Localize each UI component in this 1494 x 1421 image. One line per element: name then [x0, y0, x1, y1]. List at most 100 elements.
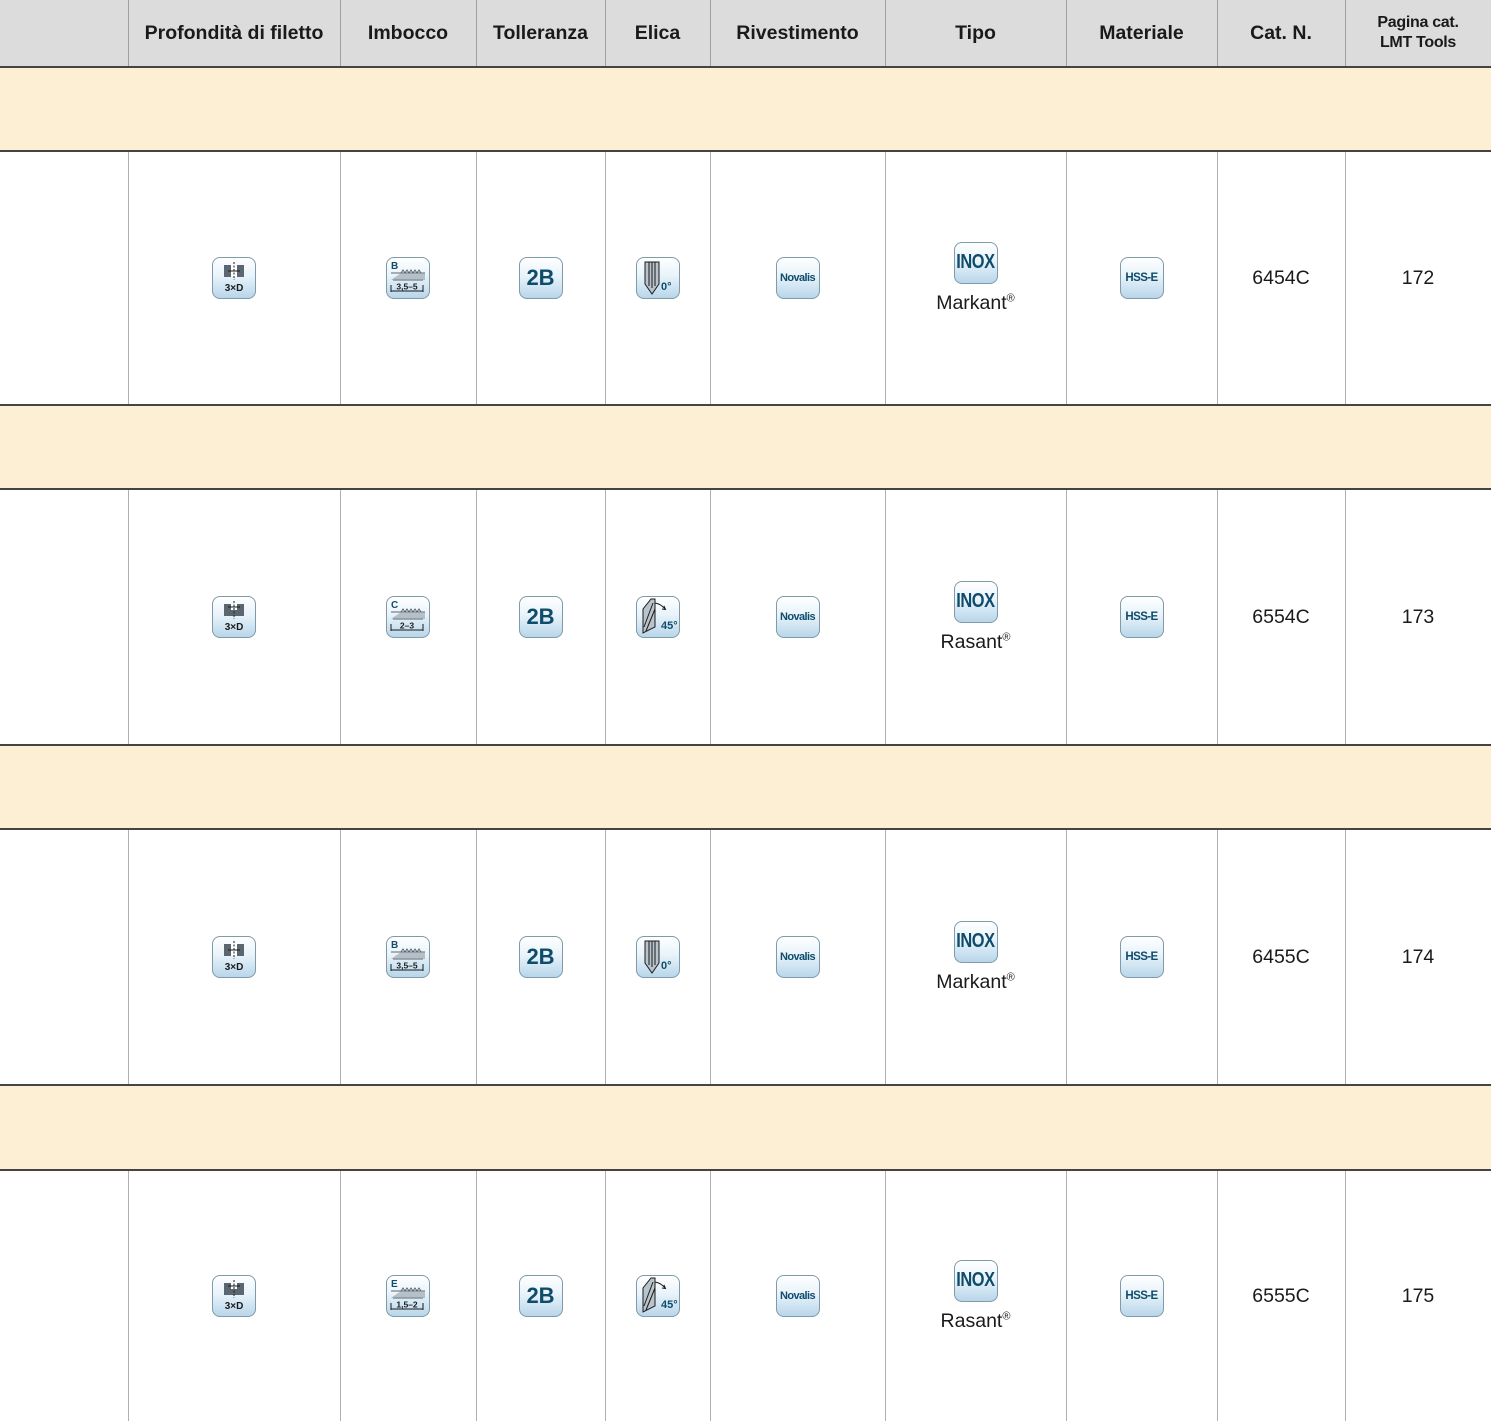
blind-hole-depth-icon: 3×D	[212, 257, 256, 299]
cell-coating: Novalis	[710, 152, 885, 404]
helix-angle: 45°	[661, 620, 678, 632]
tolerance-badge: 2B	[518, 1275, 563, 1317]
type-badge-text: INOX	[956, 1269, 995, 1291]
section-band	[0, 746, 1491, 830]
coating-badge: Novalis	[775, 596, 820, 638]
coating-value: Novalis	[780, 611, 816, 623]
depth-label: 3×D	[225, 1301, 244, 1312]
tolerance-badge: 2B	[518, 936, 563, 978]
header-pagina-line2: LMT Tools	[1379, 34, 1457, 51]
through-hole-depth-icon: 3×D	[212, 596, 256, 638]
type-badge-text: INOX	[956, 590, 995, 612]
header-rivestimento: Rivestimento	[736, 21, 859, 44]
cell-helix: 45°	[605, 1171, 710, 1421]
cell-tolerance: 2B	[476, 152, 605, 404]
cell-helix: 45°	[605, 490, 710, 744]
tolerance-value: 2B	[526, 944, 555, 969]
cell-chamfer: E 1,5–2	[340, 1171, 476, 1421]
cell-material: HSS-E	[1066, 490, 1217, 744]
cat-no: 6554C	[1252, 605, 1310, 628]
coating-badge: Novalis	[775, 1275, 820, 1317]
spiral-flute-icon: 45°	[635, 1275, 680, 1317]
table-row: 3×D C 2–3 2B 45° Novalis INOX Rasant® HS…	[0, 490, 1491, 746]
cell-cat-no: 6454C	[1217, 152, 1345, 404]
chamfer-range: 3,5–5	[396, 282, 418, 292]
cell-cat-no: 6554C	[1217, 490, 1345, 744]
cell-type: INOX Rasant®	[885, 490, 1066, 744]
cell-tolerance: 2B	[476, 830, 605, 1084]
section-band	[0, 68, 1491, 152]
catalog-page: 175	[1401, 1284, 1435, 1307]
cell-type: INOX Markant®	[885, 830, 1066, 1084]
chamfer-letter: B	[391, 940, 398, 951]
material-badge: HSS-E	[1119, 936, 1164, 978]
inox-badge: INOX	[953, 580, 998, 623]
type-badge-text: INOX	[956, 930, 995, 952]
cell-cat-no: 6455C	[1217, 830, 1345, 1084]
depth-label: 3×D	[225, 283, 244, 294]
header-profondita: Profondità di filetto	[144, 21, 324, 44]
cell-cat-no: 6555C	[1217, 1171, 1345, 1421]
tolerance-value: 2B	[526, 265, 555, 290]
header-catn: Cat. N.	[1250, 21, 1312, 44]
cell-tolerance: 2B	[476, 490, 605, 744]
catalog-page: 174	[1401, 945, 1435, 968]
chamfer-form-icon: E 1,5–2	[386, 1275, 430, 1317]
material-value: HSS-E	[1125, 951, 1158, 963]
cell-page: 174	[1345, 830, 1491, 1084]
chamfer-range: 1,5–2	[396, 1300, 418, 1310]
cell-coating: Novalis	[710, 1171, 885, 1421]
tolerance-value: 2B	[526, 1283, 555, 1308]
header-tolleranza: Tolleranza	[493, 21, 588, 44]
cell-helix: 0°	[605, 152, 710, 404]
type-name: Rasant®	[940, 1309, 1011, 1332]
table-row: 3×D B 3,5–5 2B 0° Novalis INOX Markant® …	[0, 830, 1491, 1086]
cell-chamfer: C 2–3	[340, 490, 476, 744]
chamfer-form-icon: B 3,5–5	[386, 257, 430, 299]
header-pagina-line1: Pagina cat.	[1377, 14, 1459, 31]
chamfer-range: 2–3	[400, 621, 414, 631]
cell-material: HSS-E	[1066, 830, 1217, 1084]
cell-chamfer: B 3,5–5	[340, 152, 476, 404]
chamfer-form-icon: B 3,5–5	[386, 936, 430, 978]
coating-value: Novalis	[780, 951, 816, 963]
material-value: HSS-E	[1125, 272, 1158, 284]
catalog-table: Profondità di filetto Imbocco Tolleranza…	[0, 0, 1494, 1421]
cell-page: 175	[1345, 1171, 1491, 1421]
tolerance-badge: 2B	[518, 596, 563, 638]
material-badge: HSS-E	[1119, 596, 1164, 638]
tolerance-badge: 2B	[518, 257, 563, 299]
catalog-page: 173	[1401, 605, 1435, 628]
cell-depth: 3×D	[128, 490, 340, 744]
coating-badge: Novalis	[775, 936, 820, 978]
chamfer-range: 3,5–5	[396, 961, 418, 971]
cat-no: 6555C	[1252, 1284, 1310, 1307]
depth-label: 3×D	[225, 962, 244, 973]
inox-badge: INOX	[953, 241, 998, 284]
type-badge-text: INOX	[956, 251, 995, 273]
straight-flute-icon: 0°	[635, 936, 680, 978]
chamfer-form-icon: C 2–3	[386, 596, 430, 638]
cell-type: INOX Markant®	[885, 152, 1066, 404]
inox-badge: INOX	[953, 920, 998, 963]
tolerance-value: 2B	[526, 604, 555, 629]
table-row: 3×D B 3,5–5 2B 0° Novalis INOX Markant® …	[0, 152, 1491, 406]
depth-label: 3×D	[225, 622, 244, 633]
through-hole-depth-icon: 3×D	[212, 1275, 256, 1317]
cell-depth: 3×D	[128, 1171, 340, 1421]
table-row: 3×D E 1,5–2 2B 45° Novalis INOX Rasant® …	[0, 1171, 1491, 1421]
chamfer-letter: E	[391, 1279, 398, 1290]
cell-tolerance: 2B	[476, 1171, 605, 1421]
helix-angle: 45°	[661, 1299, 678, 1311]
straight-flute-icon: 0°	[635, 257, 680, 299]
cell-chamfer: B 3,5–5	[340, 830, 476, 1084]
helix-angle: 0°	[661, 960, 672, 972]
header-materiale: Materiale	[1099, 21, 1184, 44]
cell-page: 173	[1345, 490, 1491, 744]
cell-depth: 3×D	[128, 830, 340, 1084]
cell-helix: 0°	[605, 830, 710, 1084]
cell-page: 172	[1345, 152, 1491, 404]
coating-value: Novalis	[780, 1290, 816, 1302]
spiral-flute-icon: 45°	[635, 596, 680, 638]
header-tipo: Tipo	[955, 21, 996, 44]
